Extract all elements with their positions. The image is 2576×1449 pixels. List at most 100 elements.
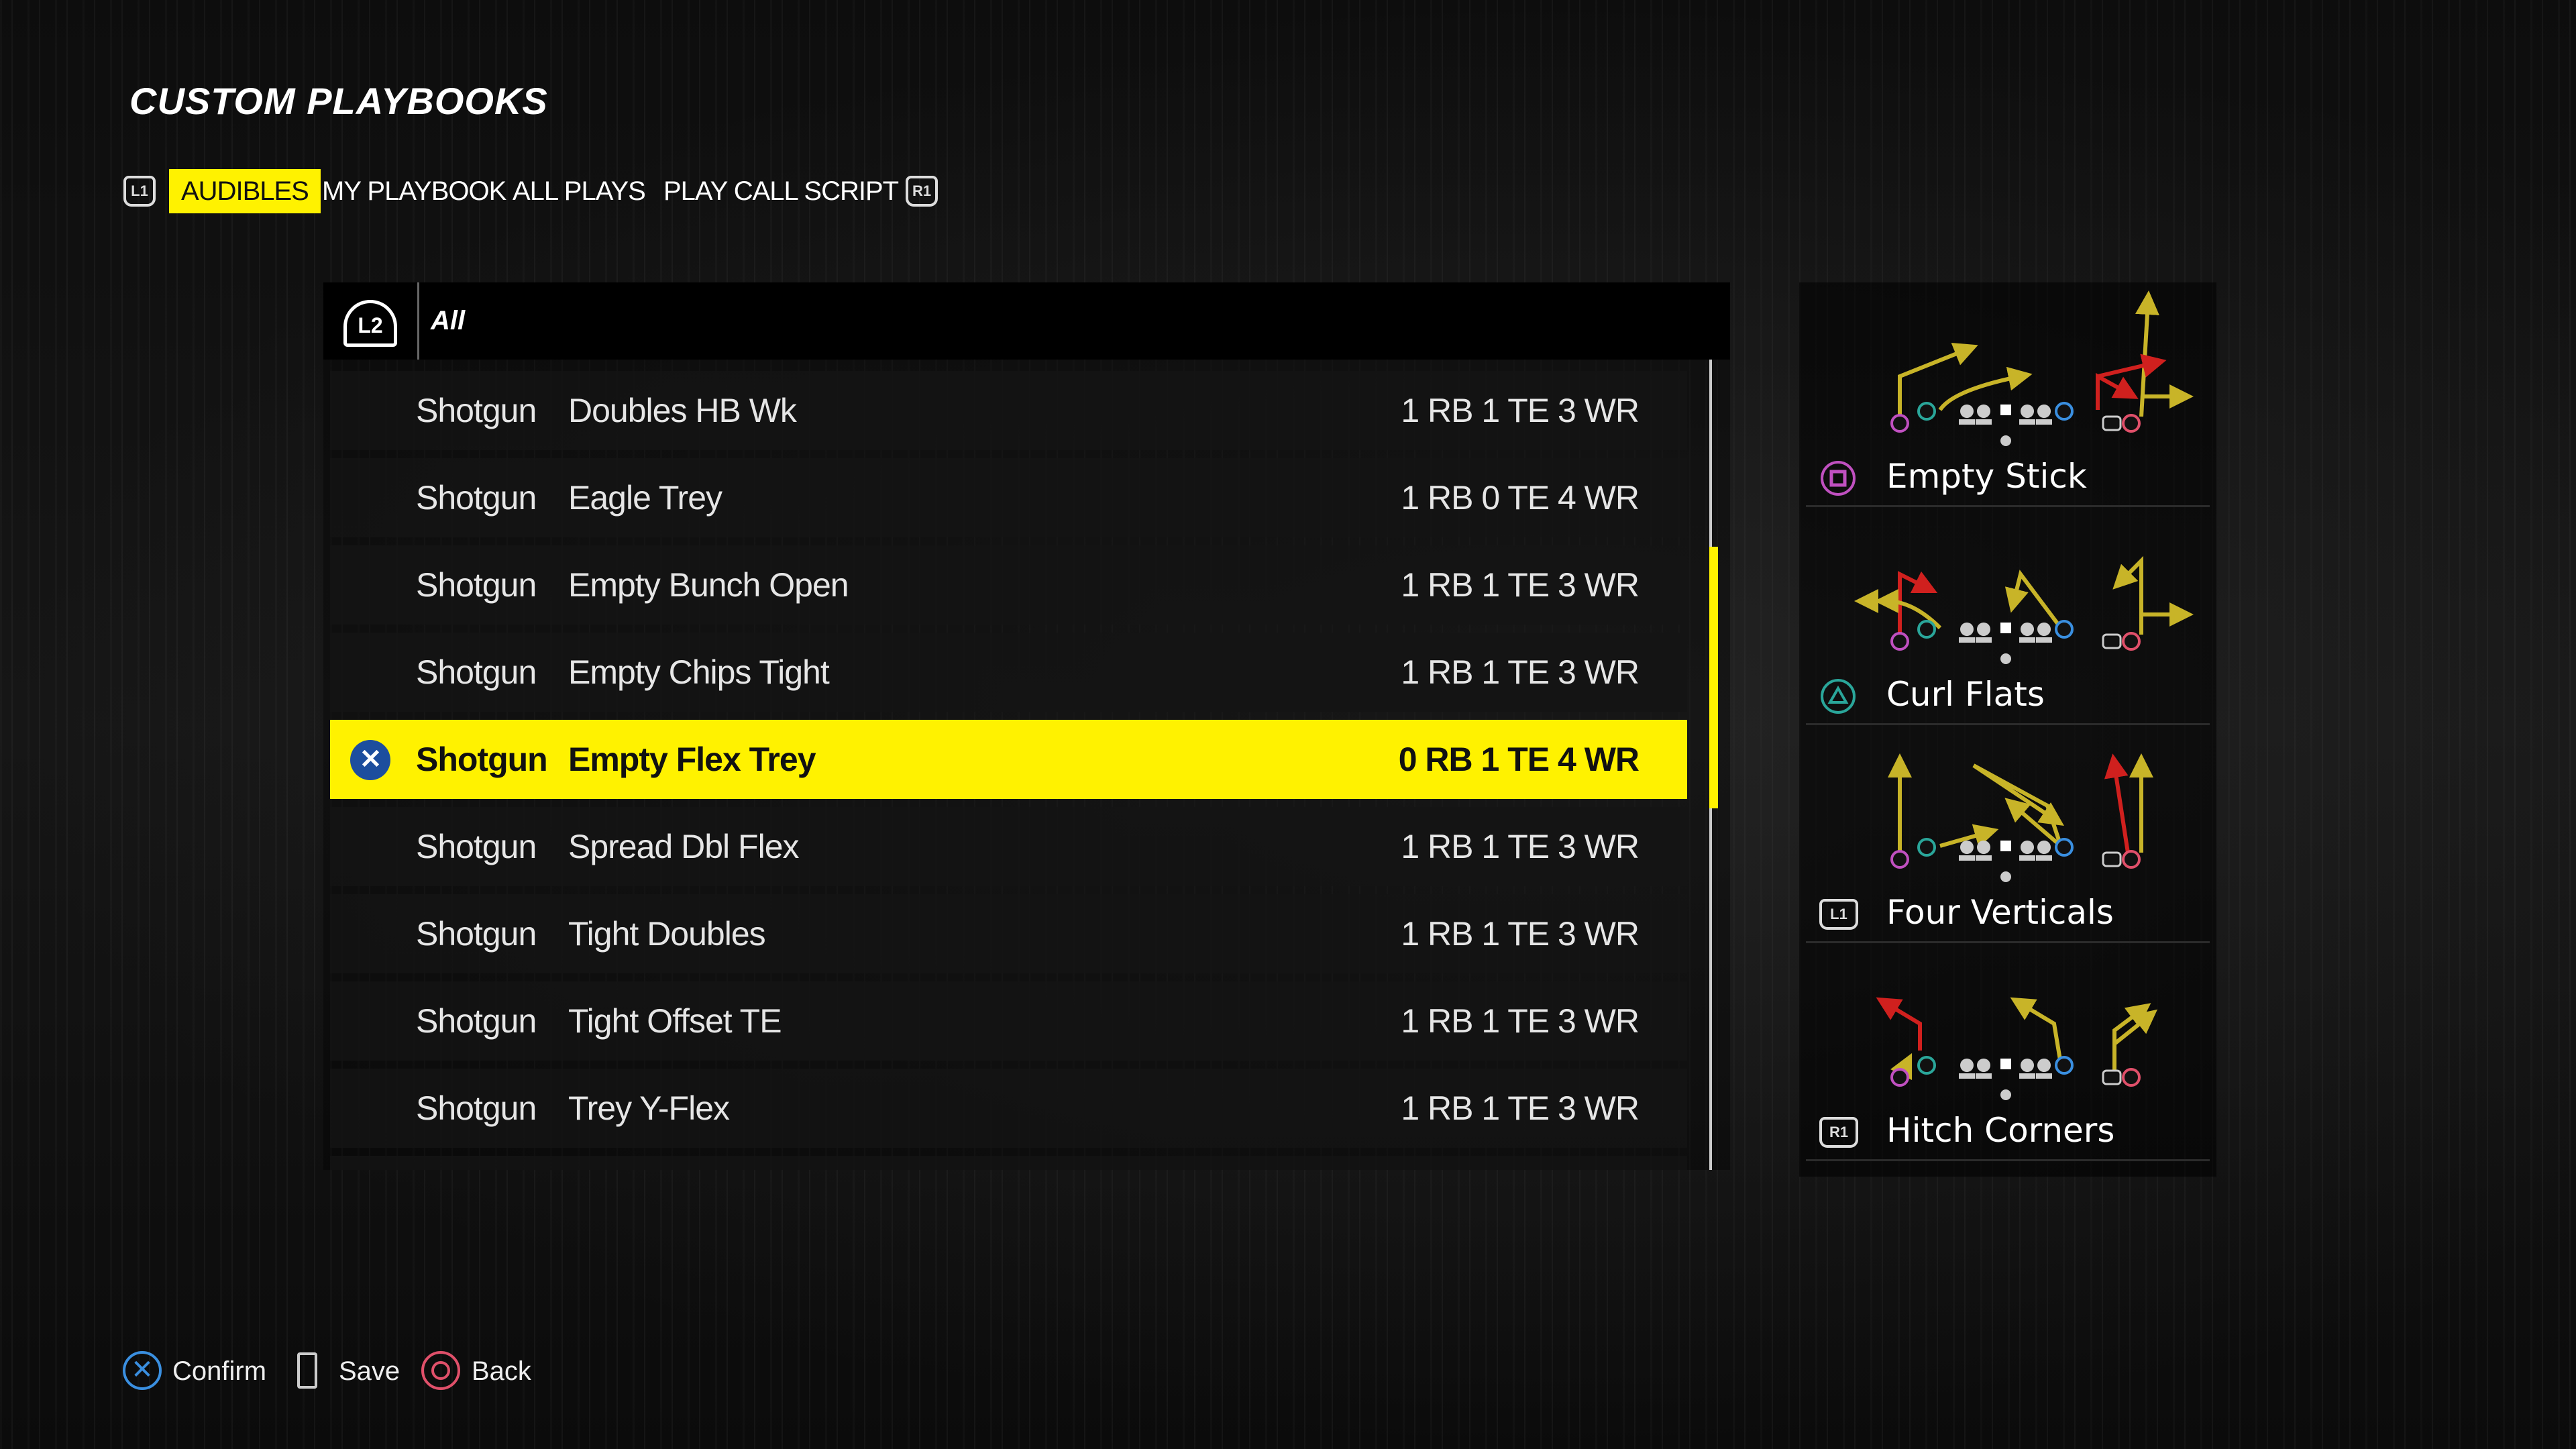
receiver-icon xyxy=(1917,402,1936,421)
lineman-icon xyxy=(2019,623,2035,643)
lineman-icon xyxy=(1959,841,1975,861)
route-line xyxy=(1876,997,1922,1051)
center-icon xyxy=(2000,623,2011,633)
lineman-icon xyxy=(1976,405,1992,425)
list-row[interactable]: Shotgun Empty Chips Tight 1 RB 1 TE 3 WR xyxy=(330,633,1687,712)
receiver-icon xyxy=(1917,838,1936,857)
list-row[interactable]: Shotgun Doubles HB Wk 1 RB 1 TE 3 WR xyxy=(330,371,1687,450)
personnel-label: 1 RB 1 TE 3 WR xyxy=(1401,915,1640,953)
l1-bumper-icon[interactable]: L1 xyxy=(123,176,156,207)
list-row[interactable]: Shotgun Tight Offset TE 1 RB 1 TE 3 WR xyxy=(330,981,1687,1061)
lineman-icon xyxy=(2036,841,2052,861)
audible-card[interactable]: L1 Four Verticals xyxy=(1806,725,2210,943)
personnel-label: 1 RB 0 TE 4 WR xyxy=(1401,479,1640,517)
route-line xyxy=(2135,290,2159,417)
confirm-label[interactable]: Confirm xyxy=(172,1352,266,1390)
audible-card[interactable]: Curl Flats xyxy=(1806,507,2210,725)
R1-button-icon: R1 xyxy=(1819,1114,1858,1151)
formation-label: Shotgun xyxy=(416,392,537,429)
formation-label: Shotgun xyxy=(416,479,537,517)
play-diagram xyxy=(1888,753,2153,882)
qb-icon xyxy=(2000,435,2011,446)
audible-card[interactable]: Empty Stick xyxy=(1806,289,2210,507)
set-name: Trey Y-Flex xyxy=(568,1089,730,1127)
tab-my-playbook[interactable]: MY PLAYBOOK xyxy=(322,169,506,213)
audible-play-name: Four Verticals xyxy=(1886,893,2114,932)
personnel-label: 1 RB 1 TE 3 WR xyxy=(1401,566,1640,604)
route-line xyxy=(2004,570,2063,629)
l2-trigger-icon[interactable]: L2 xyxy=(343,300,397,347)
cross-icon: ✕ xyxy=(123,1351,162,1390)
set-name: Empty Flex Trey xyxy=(568,741,816,778)
formation-label: Shotgun xyxy=(416,741,548,778)
filter-value[interactable]: All xyxy=(431,282,465,360)
lineman-icon xyxy=(1976,841,1992,861)
formation-label: Shotgun xyxy=(416,1002,537,1040)
receiver-icon xyxy=(2055,620,2074,639)
lineman-icon xyxy=(2019,841,2035,861)
list-row[interactable]: Shotgun Eagle Trey 1 RB 0 TE 4 WR xyxy=(330,458,1687,537)
page-title: CUSTOM PLAYBOOKS xyxy=(129,80,548,122)
set-name: Empty Chips Tight xyxy=(568,653,830,691)
list-row[interactable]: Shotgun Tight Doubles 1 RB 1 TE 3 WR xyxy=(330,894,1687,973)
play-diagram xyxy=(1890,290,2194,446)
tab-play-call-script[interactable]: PLAY CALL SCRIPT xyxy=(663,169,899,213)
circle-icon xyxy=(421,1351,460,1390)
triangle-button-icon xyxy=(1819,678,1857,715)
cross-button-icon: ✕ xyxy=(350,740,390,780)
receiver-icon xyxy=(2055,402,2074,421)
r1-bumper-icon[interactable]: R1 xyxy=(906,176,938,207)
list-row-partial[interactable] xyxy=(330,1156,1687,1170)
r1-receiver-icon xyxy=(2102,415,2122,431)
route-line xyxy=(2010,997,2063,1065)
receiver-icon xyxy=(1890,632,1909,651)
r1-receiver-icon xyxy=(2102,851,2122,867)
audible-card[interactable]: R1 Hitch Corners xyxy=(1806,943,2210,1161)
filter-bar: L2 All xyxy=(323,282,1730,360)
personnel-label: 1 RB 1 TE 3 WR xyxy=(1401,653,1640,691)
route-line xyxy=(2096,372,2139,410)
tab-audibles[interactable]: AUDIBLES xyxy=(169,169,321,213)
audibles-panel: Empty Stick Curl Flats L1 Four Verticals R1 H… xyxy=(1799,282,2216,1177)
lineman-icon xyxy=(2019,405,2035,425)
back-label[interactable]: Back xyxy=(472,1352,531,1390)
formation-label: Shotgun xyxy=(416,828,537,865)
set-name: Tight Offset TE xyxy=(568,1002,782,1040)
tab-all-plays[interactable]: ALL PLAYS xyxy=(513,169,646,213)
personnel-label: 0 RB 1 TE 4 WR xyxy=(1398,741,1640,778)
qb-icon xyxy=(2000,871,2011,882)
center-icon xyxy=(2000,1059,2011,1069)
audible-play-name: Hitch Corners xyxy=(1886,1111,2115,1150)
lineman-icon xyxy=(1959,1059,1975,1079)
set-name: Empty Bunch Open xyxy=(568,566,849,604)
r1-receiver-icon xyxy=(2102,1069,2122,1085)
receiver-icon xyxy=(2122,414,2141,433)
divider xyxy=(417,282,419,360)
bumper-label: R1 xyxy=(1819,1117,1858,1148)
scrollbar-thumb[interactable] xyxy=(1709,547,1718,808)
list-row[interactable]: Shotgun Trey Y-Flex 1 RB 1 TE 3 WR xyxy=(330,1069,1687,1148)
receiver-icon xyxy=(1890,1068,1909,1087)
receiver-icon xyxy=(1917,620,1936,639)
save-label[interactable]: Save xyxy=(339,1352,400,1390)
personnel-label: 1 RB 1 TE 3 WR xyxy=(1401,828,1640,865)
list-row[interactable]: ✕ Shotgun Empty Flex Trey 0 RB 1 TE 4 WR xyxy=(330,720,1687,799)
personnel-label: 1 RB 1 TE 3 WR xyxy=(1401,1089,1640,1127)
list-row[interactable]: Shotgun Spread Dbl Flex 1 RB 1 TE 3 WR xyxy=(330,807,1687,886)
square-button-icon xyxy=(1819,460,1857,497)
receiver-icon xyxy=(2055,838,2074,857)
receiver-icon xyxy=(2055,1056,2074,1075)
lineman-icon xyxy=(1959,405,1975,425)
receiver-icon xyxy=(1890,850,1909,869)
list-row[interactable]: Shotgun Empty Bunch Open 1 RB 1 TE 3 WR xyxy=(330,545,1687,625)
set-name: Tight Doubles xyxy=(568,915,766,953)
route-line xyxy=(2112,555,2143,635)
audible-play-name: Empty Stick xyxy=(1886,457,2087,496)
receiver-icon xyxy=(2122,1068,2141,1087)
L1-button-icon: L1 xyxy=(1819,896,1858,933)
receiver-icon xyxy=(1890,414,1909,433)
receiver-icon xyxy=(2122,632,2141,651)
route-line xyxy=(2113,1009,2158,1046)
formation-label: Shotgun xyxy=(416,1089,537,1127)
formation-label: Shotgun xyxy=(416,915,537,953)
